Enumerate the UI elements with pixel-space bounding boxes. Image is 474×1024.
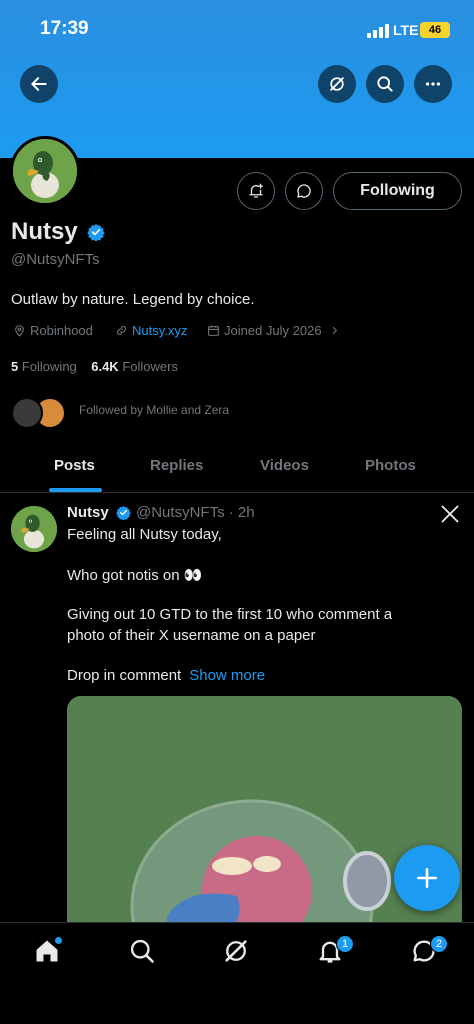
duck-avatar-image — [11, 506, 57, 552]
grok-icon — [225, 940, 247, 962]
notifications-badge: 1 — [336, 935, 354, 953]
chevron-right-icon — [332, 326, 337, 335]
follow-stats: 5 Following 6.4K Followers — [11, 359, 178, 374]
bell-plus-icon — [249, 183, 264, 198]
calendar-icon — [208, 325, 219, 336]
website-link[interactable]: Nutsy.xyz — [132, 323, 187, 338]
followers-stat[interactable]: 6.4K Followers — [91, 359, 178, 374]
message-button[interactable] — [285, 172, 323, 210]
plus-icon — [417, 868, 437, 888]
profile-avatar[interactable] — [10, 136, 80, 206]
x-logo-icon[interactable] — [440, 504, 460, 524]
post-author-name[interactable]: Nutsy — [67, 504, 109, 521]
tab-replies[interactable]: Replies — [150, 457, 203, 474]
joined-text: Joined July 2026 — [224, 323, 322, 338]
profile-location: Robinhood — [13, 323, 93, 338]
nav-search[interactable] — [128, 937, 158, 967]
status-bar: 17:39 LTE 46 — [0, 0, 474, 60]
search-icon — [377, 76, 393, 92]
duck-avatar-image — [13, 139, 77, 203]
location-text: Robinhood — [30, 323, 93, 338]
nav-messages[interactable]: 2 — [410, 935, 448, 967]
grok-button[interactable] — [318, 65, 356, 103]
back-button[interactable] — [20, 65, 58, 103]
unread-dot — [55, 937, 62, 944]
follower-avatar — [11, 397, 43, 429]
network-label: LTE — [393, 22, 419, 38]
post-text-line: photo of their X username on a paper — [67, 627, 316, 644]
post-text-line: Who got notis on 👀 — [67, 567, 203, 584]
post-text-line: Giving out 10 GTD to the first 10 who co… — [67, 606, 393, 623]
chat-bubble-icon — [297, 184, 311, 198]
search-button[interactable] — [366, 65, 404, 103]
grok-icon — [330, 77, 344, 91]
post-handle-time: @NutsyNFTs · 2h — [136, 504, 255, 521]
tab-photos[interactable]: Photos — [365, 457, 416, 474]
profile-bio: Outlaw by nature. Legend by choice. — [11, 291, 255, 308]
following-button[interactable]: Following — [333, 172, 462, 210]
signal-icon — [367, 24, 389, 38]
following-stat[interactable]: 5 Following — [11, 359, 77, 374]
location-pin-icon — [15, 325, 24, 337]
profile-joined[interactable]: Joined July 2026 — [207, 323, 340, 338]
search-icon — [130, 939, 154, 963]
post-text-line: Feeling all Nutsy today, — [67, 526, 222, 543]
tab-posts[interactable]: Posts — [54, 457, 95, 474]
nav-grok[interactable] — [222, 937, 252, 967]
status-time: 17:39 — [40, 18, 89, 39]
active-tab-indicator — [49, 488, 102, 492]
messages-badge: 2 — [430, 935, 448, 953]
link-icon — [116, 325, 127, 336]
more-horizontal-icon — [425, 82, 441, 86]
profile-handle: @NutsyNFTs — [11, 251, 100, 268]
notify-button[interactable] — [237, 172, 275, 210]
profile-tabs: Posts Replies Videos Photos — [0, 446, 474, 493]
tab-videos[interactable]: Videos — [260, 457, 309, 474]
arrow-left-icon — [31, 77, 47, 91]
post-text-line: Drop in comment Show more — [67, 667, 266, 684]
followed-by-text[interactable]: Followed by Mollie and Zera — [79, 403, 229, 417]
profile-website[interactable]: Nutsy.xyz — [115, 323, 187, 338]
compose-post-button[interactable] — [394, 845, 460, 911]
post-author-avatar[interactable] — [11, 506, 57, 552]
bottom-navigation: 1 2 — [0, 922, 474, 1024]
verified-badge-icon — [87, 224, 105, 241]
show-more-link[interactable]: Show more — [189, 667, 265, 684]
nav-notifications[interactable]: 1 — [316, 935, 354, 967]
battery-icon: 46 — [420, 22, 450, 38]
verified-badge-icon — [116, 505, 131, 520]
nav-home[interactable] — [33, 937, 63, 967]
profile-name: Nutsy — [11, 218, 78, 245]
more-button[interactable] — [414, 65, 452, 103]
